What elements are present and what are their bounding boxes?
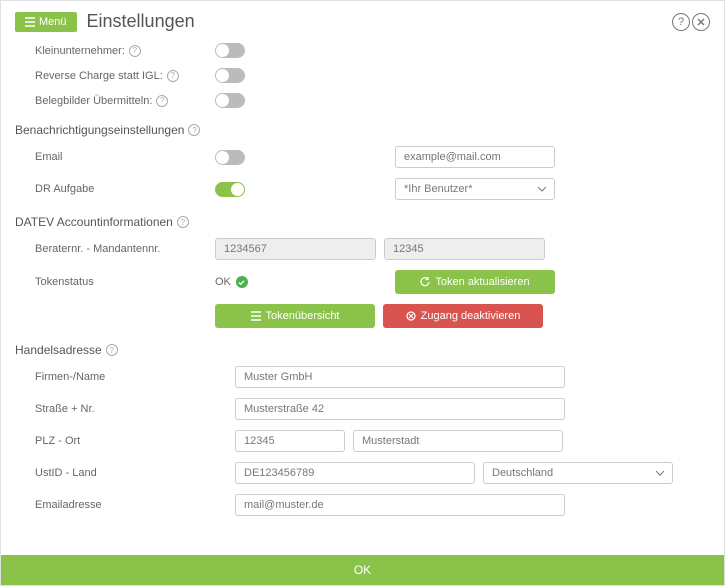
city-input[interactable]	[353, 430, 563, 452]
page-title: Einstellungen	[87, 11, 195, 32]
country-select[interactable]: Deutschland	[483, 462, 673, 484]
token-overview-button[interactable]: Tokenübersicht	[215, 304, 375, 328]
plz-input[interactable]	[235, 430, 345, 452]
tokenstatus-label: Tokenstatus	[35, 276, 215, 288]
reverse-charge-label: Reverse Charge statt IGL: ?	[35, 70, 215, 82]
help-icon[interactable]: ?	[188, 124, 200, 136]
cancel-icon	[406, 311, 416, 321]
berater-label: Beraternr. - Mandantennr.	[35, 243, 215, 255]
notifications-heading: Benachrichtigungseinstellungen ?	[15, 123, 710, 137]
ustid-input[interactable]	[235, 462, 475, 484]
plz-label: PLZ - Ort	[35, 435, 235, 447]
close-icon[interactable]	[692, 13, 710, 31]
help-icon[interactable]: ?	[156, 95, 168, 107]
company-label: Firmen-/Name	[35, 371, 235, 383]
help-icon[interactable]: ?	[672, 13, 690, 31]
datev-heading: DATEV Accountinformationen ?	[15, 215, 710, 229]
street-label: Straße + Nr.	[35, 403, 235, 415]
hamburger-icon	[25, 17, 35, 27]
address-heading: Handelsadresse ?	[15, 343, 710, 357]
email-address-input[interactable]	[235, 494, 565, 516]
email-toggle[interactable]	[215, 150, 245, 165]
token-refresh-button[interactable]: Token aktualisieren	[395, 270, 555, 294]
email-input[interactable]	[395, 146, 555, 168]
email-address-label: Emailadresse	[35, 499, 235, 511]
refresh-icon	[420, 277, 430, 287]
ustid-label: UstID - Land	[35, 467, 235, 479]
reverse-charge-toggle[interactable]	[215, 68, 245, 83]
email-label: Email	[35, 151, 215, 163]
deactivate-button[interactable]: Zugang deaktivieren	[383, 304, 543, 328]
street-input[interactable]	[235, 398, 565, 420]
menu-label: Menü	[39, 16, 67, 28]
berater-input	[215, 238, 376, 260]
help-icon[interactable]: ?	[106, 344, 118, 356]
kleinunternehmer-toggle[interactable]	[215, 43, 245, 58]
ok-button[interactable]: OK	[1, 555, 724, 585]
token-status: OK	[215, 276, 395, 288]
help-icon[interactable]: ?	[177, 216, 189, 228]
belegbilder-toggle[interactable]	[215, 93, 245, 108]
help-icon[interactable]: ?	[167, 70, 179, 82]
menu-button[interactable]: Menü	[15, 12, 77, 32]
check-icon	[236, 276, 248, 288]
list-icon	[251, 311, 261, 321]
help-icon[interactable]: ?	[129, 45, 141, 57]
dr-aufgabe-toggle[interactable]	[215, 182, 245, 197]
dr-aufgabe-label: DR Aufgabe	[35, 183, 215, 195]
belegbilder-label: Belegbilder Übermitteln: ?	[35, 95, 215, 107]
kleinunternehmer-label: Kleinunternehmer: ?	[35, 45, 215, 57]
user-select[interactable]: *Ihr Benutzer*	[395, 178, 555, 200]
mandant-input	[384, 238, 545, 260]
company-input[interactable]	[235, 366, 565, 388]
